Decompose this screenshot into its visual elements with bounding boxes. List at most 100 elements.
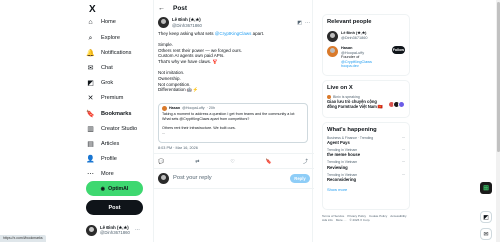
search-icon: ⌕	[88, 34, 93, 42]
nav-item-label: Home	[101, 19, 116, 25]
bio-link[interactable]: hoopa.dev	[341, 64, 359, 68]
optimai-button[interactable]: ◉ OptimAI	[86, 181, 143, 196]
person-row[interactable]: Lê Đình (★,★) @Dinh3671860	[327, 31, 405, 42]
trend-item[interactable]: Trending in Vietnam ··· Reconsidering	[327, 173, 405, 182]
mention-link[interactable]: @CryptKingClaws	[341, 60, 372, 64]
quote-author-handle: @HoopaLuffy	[182, 106, 205, 111]
nav-item-grok[interactable]: ◩ Grok	[86, 76, 113, 90]
post-text-segment: apart.	[251, 31, 265, 36]
grok-icon[interactable]: ◩	[480, 211, 492, 223]
mention-link[interactable]: @CryptKingClaws	[215, 31, 252, 36]
back-arrow-icon[interactable]: ←	[158, 5, 165, 12]
trend-name: Reviewing	[327, 164, 348, 170]
divider	[154, 153, 314, 154]
nav-item-label: Articles	[101, 141, 120, 147]
reply-button[interactable]: Reply	[290, 173, 310, 183]
scrollbar[interactable]	[496, 0, 500, 242]
nav-item-home[interactable]: ⌂ Home	[86, 15, 116, 29]
grok-icon[interactable]: ◩	[297, 20, 302, 26]
nav-item-profile[interactable]: 👤 Profile	[86, 152, 117, 166]
divider	[154, 188, 314, 189]
nav-item-more[interactable]: ⋯ More	[86, 167, 114, 181]
share-icon[interactable]: ⤴	[303, 158, 308, 165]
whats-happening-title: What's happening	[327, 127, 377, 133]
post-timestamp[interactable]: 8:03 PM · Mar 16, 2026	[158, 146, 198, 150]
avatar	[327, 46, 338, 57]
nav-item-articles[interactable]: ▤ Articles	[86, 137, 119, 151]
nav-item-label: Grok	[101, 80, 114, 86]
more-icon: ···	[134, 227, 140, 233]
trend-item[interactable]: Trending in Vietnam ··· Reviewing	[327, 160, 405, 169]
post-paragraph: Simple. Others rent their power — we for…	[158, 41, 243, 65]
whats-happening-card: What's happening Business & Finance · Tr…	[322, 122, 410, 210]
trend-name: the meme house	[327, 152, 361, 158]
bookmark-icon[interactable]: 🔖	[266, 159, 272, 165]
nav-item-label: Premium	[101, 95, 124, 101]
grok-icon: ◩	[87, 79, 94, 87]
nav-item-label: Bookmarks	[101, 111, 132, 117]
footer-copyright: © 2026 X Corp.	[349, 218, 371, 223]
repost-icon[interactable]: ⇄	[195, 159, 199, 165]
footer-link[interactable]: Accessibility	[390, 214, 406, 218]
trend-name: Agent Pays	[327, 140, 350, 146]
more-icon[interactable]: ···	[402, 148, 405, 152]
quoted-post[interactable]: Hasan @HoopaLuffy · 20h Taking a moment …	[158, 103, 308, 143]
footer-link[interactable]: Cookie Policy	[369, 214, 387, 218]
nav-item-bookmarks[interactable]: 🔖 Bookmarks	[86, 107, 131, 121]
footer-link[interactable]: Ads info	[322, 218, 333, 222]
post-author: Lê Đình (★,★) @Dinh3671860 ◩ ···	[158, 16, 310, 29]
trend-item[interactable]: Business & Finance · Trending ··· Agent P…	[327, 136, 405, 145]
footer-link[interactable]: More ···	[336, 218, 347, 222]
avatar	[327, 31, 338, 42]
post-button[interactable]: Post	[86, 200, 143, 215]
nav-item-creator-studio[interactable]: ▥ Creator Studio	[86, 122, 137, 136]
listener-avatars	[388, 101, 405, 109]
left-nav: X ⌂ Home ⌕ Explore 🔔 Notifications ✉ Cha…	[83, 0, 145, 242]
nav-item-chat[interactable]: ✉ Chat	[86, 61, 113, 75]
show-more-link[interactable]: Show more	[327, 187, 405, 192]
optimai-label: OptimAI	[108, 185, 129, 192]
avatar[interactable]	[158, 17, 169, 28]
mail-icon[interactable]: ✉	[480, 228, 492, 240]
more-icon[interactable]: ···	[402, 173, 405, 177]
relevant-people-title: Relevant people	[327, 19, 372, 25]
nav-item-premium[interactable]: ✕ Premium	[86, 91, 124, 105]
profile-icon: 👤	[86, 155, 95, 163]
author-handle[interactable]: @Dinh3671860	[172, 23, 202, 28]
post-text-segment: They keep asking what sets	[158, 31, 215, 36]
page-header: ← Post	[154, 0, 314, 16]
follow-button[interactable]: Follow	[391, 46, 405, 54]
trend-item[interactable]: Trending in Vietnam ··· the meme house	[327, 148, 405, 157]
bell-icon: 🔔	[86, 49, 95, 57]
status-url: https://x.com/i/bookmarks	[0, 235, 46, 242]
reply-input[interactable]: Post your reply	[173, 175, 212, 181]
live-item[interactable]: Giao lưu trò chuyện cộng đồng Farmtrade …	[327, 99, 405, 110]
reply-icon[interactable]: 💬	[158, 159, 164, 165]
right-sidebar: Relevant people Lê Đình (★,★) @Dinh36718…	[322, 0, 410, 242]
avatar	[86, 224, 97, 236]
more-icon[interactable]: ···	[402, 136, 405, 140]
nav-item-label: Profile	[101, 156, 117, 162]
nav-item-notifications[interactable]: 🔔 Notifications	[86, 46, 131, 60]
post-text: They keep asking what sets @CryptKingCla…	[158, 31, 308, 93]
person-row[interactable]: Hasan @HoopaLuffy Founder of @CryptKingC…	[327, 46, 405, 69]
more-icon[interactable]: ···	[305, 20, 310, 26]
live-card: Live on X Binix is speaking Giao lưu trò…	[322, 80, 410, 118]
footer-links: Terms of Service Privacy Policy Cookie P…	[322, 214, 410, 222]
post-line: They keep asking what sets @CryptKingCla…	[158, 31, 308, 37]
quote-time: · 20h	[206, 106, 216, 111]
home-icon: ⌂	[88, 18, 93, 26]
page-title: Post	[173, 4, 188, 12]
nav-item-explore[interactable]: ⌕ Explore	[86, 31, 120, 45]
like-icon[interactable]: ♡	[230, 159, 234, 165]
extension-icon[interactable]: ⊞	[480, 182, 492, 194]
avatar	[162, 106, 167, 111]
more-icon[interactable]: ···	[402, 160, 405, 164]
trend-meta: Trending in Vietnam	[327, 160, 358, 165]
account-switcher[interactable]: Lê Đình (★,★) @Dinh3671860 ···	[86, 222, 146, 238]
person-name: Lê Đình (★,★)	[341, 31, 367, 35]
x-logo[interactable]: X	[89, 4, 96, 15]
scrollbar-thumb[interactable]	[496, 2, 500, 152]
nav-item-label: Explore	[101, 35, 120, 41]
studio-icon: ▥	[87, 125, 94, 133]
